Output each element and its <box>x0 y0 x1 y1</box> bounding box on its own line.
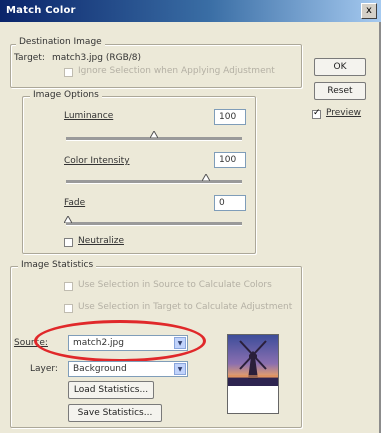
chevron-down-icon: ▼ <box>174 363 186 375</box>
layer-label: Layer: <box>30 364 58 374</box>
neutralize-label: Neutralize <box>78 236 124 246</box>
use-selection-source-checkbox[interactable] <box>64 282 73 291</box>
destination-image-legend: Destination Image <box>16 37 105 47</box>
neutralize-checkbox[interactable] <box>64 238 73 247</box>
use-selection-target-checkbox[interactable] <box>64 304 73 313</box>
preview-label: Preview <box>326 108 362 118</box>
luminance-input[interactable]: 100 <box>214 109 246 125</box>
source-highlight-oval <box>34 320 206 362</box>
layer-select-value: Background <box>73 364 127 374</box>
ok-button[interactable]: OK <box>314 58 366 76</box>
preview-checkbox[interactable] <box>312 108 321 119</box>
image-options-legend: Image Options <box>30 90 102 100</box>
target-value: match3.jpg (RGB/8) <box>52 53 142 63</box>
window-title: Match Color <box>6 5 76 16</box>
color-intensity-label: Color Intensity <box>64 156 130 166</box>
fade-slider-track[interactable] <box>66 222 242 226</box>
luminance-label: Luminance <box>64 111 114 121</box>
fade-label: Fade <box>64 198 86 208</box>
save-statistics-button[interactable]: Save Statistics... <box>68 404 162 422</box>
luminance-slider-thumb[interactable] <box>150 131 158 138</box>
close-button[interactable]: x <box>361 3 377 19</box>
use-selection-source-label: Use Selection in Source to Calculate Col… <box>78 280 272 290</box>
fade-slider-thumb[interactable] <box>64 216 72 223</box>
load-statistics-button[interactable]: Load Statistics... <box>68 381 154 399</box>
title-bar[interactable]: Match Color x <box>0 0 381 22</box>
fade-input[interactable]: 0 <box>214 195 246 211</box>
reset-button[interactable]: Reset <box>314 82 366 100</box>
windmill-thumbnail <box>228 335 278 387</box>
use-selection-target-label: Use Selection in Target to Calculate Adj… <box>78 302 293 312</box>
ignore-selection-checkbox[interactable] <box>64 68 73 77</box>
source-preview-image <box>227 334 279 388</box>
target-label: Target: <box>14 53 45 63</box>
ignore-selection-label: Ignore Selection when Applying Adjustmen… <box>78 66 275 76</box>
color-intensity-slider-track[interactable] <box>66 180 242 184</box>
preview-blank-area <box>227 386 279 414</box>
color-intensity-slider-thumb[interactable] <box>202 174 210 181</box>
color-intensity-input[interactable]: 100 <box>214 152 246 168</box>
layer-select[interactable]: Background ▼ <box>68 361 188 377</box>
image-statistics-legend: Image Statistics <box>18 260 97 270</box>
match-color-dialog: Match Color x Destination Image Target: … <box>0 0 381 433</box>
